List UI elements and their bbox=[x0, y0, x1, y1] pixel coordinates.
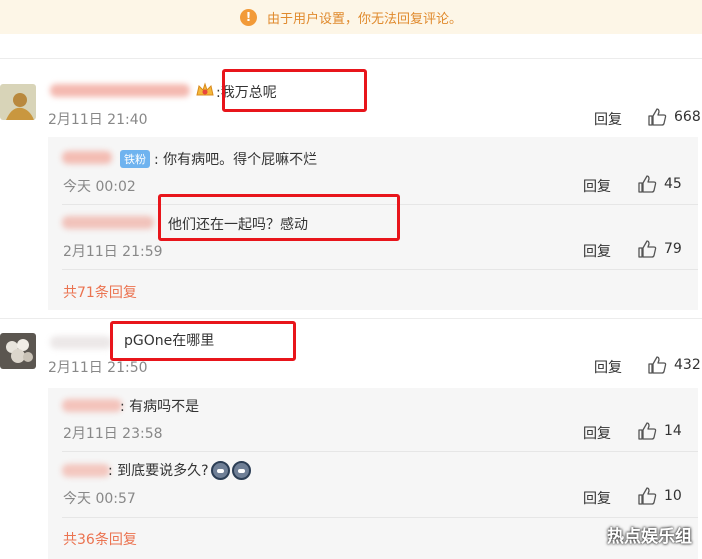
more-replies-link[interactable]: 共36条回复 bbox=[63, 529, 137, 549]
avatar[interactable] bbox=[0, 84, 36, 120]
like-count: 668 bbox=[674, 109, 701, 125]
like-button[interactable]: 14 bbox=[638, 422, 682, 440]
avatar[interactable] bbox=[0, 333, 36, 369]
reply-time: 2月11日 21:59 bbox=[63, 244, 163, 260]
reply-text: : 你有病吧。得个屁嘛不烂 bbox=[154, 152, 318, 168]
comment-time: 2月11日 21:50 bbox=[48, 360, 148, 376]
more-replies-link[interactable]: 共71条回复 bbox=[63, 282, 137, 302]
divider bbox=[62, 269, 698, 270]
thumbs-up-icon bbox=[648, 356, 667, 374]
dog-face-emoji-icon bbox=[231, 460, 251, 480]
like-button[interactable]: 10 bbox=[638, 487, 682, 505]
reply-text: : 有病吗不是 bbox=[120, 399, 200, 415]
notice-text: 由于用户设置，你无法回复评论。 bbox=[266, 11, 462, 27]
reply-button[interactable]: 回复 bbox=[583, 241, 611, 261]
highlight-box bbox=[158, 194, 400, 241]
fan-badge: 铁粉 bbox=[120, 150, 150, 168]
thumbs-up-icon bbox=[648, 108, 667, 126]
username-blurred[interactable] bbox=[62, 216, 154, 229]
reply-button[interactable]: 回复 bbox=[583, 423, 611, 443]
watermark: 热点娱乐组 bbox=[607, 527, 692, 547]
like-button[interactable]: 432 bbox=[648, 356, 701, 374]
reply-time: 今天 00:57 bbox=[63, 491, 136, 507]
like-count: 79 bbox=[664, 241, 682, 257]
notice-bar: ! 由于用户设置，你无法回复评论。 bbox=[0, 0, 702, 34]
reply-time: 2月11日 23:58 bbox=[63, 426, 163, 442]
username-blurred[interactable] bbox=[50, 84, 190, 97]
thumbs-up-icon bbox=[638, 240, 657, 258]
crown-badge-icon bbox=[196, 82, 214, 96]
username-blurred[interactable] bbox=[62, 464, 110, 477]
username-blurred[interactable] bbox=[62, 151, 112, 164]
reply-button[interactable]: 回复 bbox=[594, 357, 622, 377]
highlight-box bbox=[110, 321, 296, 361]
like-button[interactable]: 668 bbox=[648, 108, 701, 126]
highlight-box bbox=[222, 69, 367, 112]
like-button[interactable]: 79 bbox=[638, 240, 682, 258]
reply-time: 今天 00:02 bbox=[63, 179, 136, 195]
warning-icon: ! bbox=[239, 8, 257, 26]
divider bbox=[62, 451, 698, 452]
like-count: 45 bbox=[664, 176, 682, 192]
like-count: 14 bbox=[664, 423, 682, 439]
dog-face-emoji-icon bbox=[210, 460, 230, 480]
thumbs-up-icon bbox=[638, 487, 657, 505]
divider bbox=[0, 318, 702, 319]
reply-button[interactable]: 回复 bbox=[583, 488, 611, 508]
username-blurred[interactable] bbox=[62, 399, 122, 412]
thumbs-up-icon bbox=[638, 422, 657, 440]
divider bbox=[62, 517, 698, 518]
reply-button[interactable]: 回复 bbox=[583, 176, 611, 196]
comment-time: 2月11日 21:40 bbox=[48, 112, 148, 128]
reply-button[interactable]: 回复 bbox=[594, 109, 622, 129]
divider bbox=[0, 58, 702, 59]
like-count: 432 bbox=[674, 357, 701, 373]
like-count: 10 bbox=[664, 488, 682, 504]
like-button[interactable]: 45 bbox=[638, 175, 682, 193]
reply-line: 铁粉 : 你有病吧。得个屁嘛不烂 bbox=[116, 149, 317, 169]
reply-line: : 到底要说多久? bbox=[108, 460, 251, 480]
username-blurred[interactable] bbox=[50, 336, 112, 349]
thumbs-up-icon bbox=[638, 175, 657, 193]
reply-text: : 到底要说多久? bbox=[108, 463, 209, 479]
